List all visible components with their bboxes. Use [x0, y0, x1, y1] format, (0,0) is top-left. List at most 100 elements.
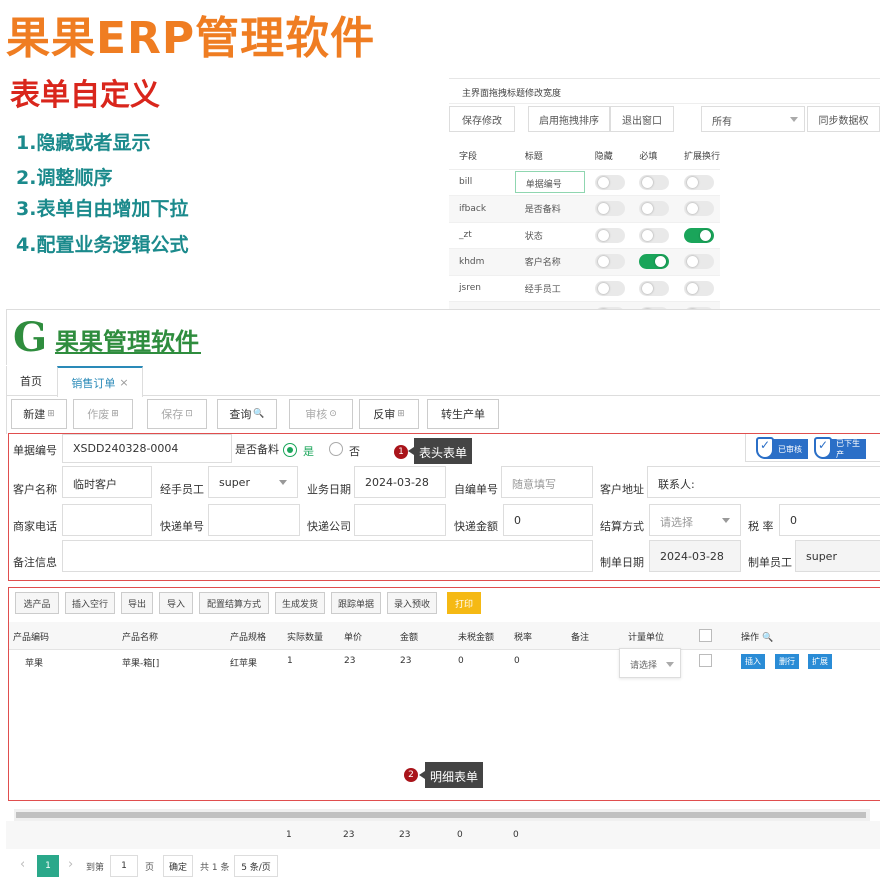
row-field: khdm: [449, 248, 515, 276]
cell-qty[interactable]: 1: [287, 656, 293, 666]
title-input[interactable]: 单据编号: [514, 171, 585, 194]
col-tax: 税率: [514, 633, 533, 643]
express-no-field[interactable]: [208, 504, 300, 536]
wrap-toggle[interactable]: [683, 227, 714, 243]
sum-qty: 1: [286, 830, 292, 840]
track-button[interactable]: 跟踪单据: [331, 592, 381, 614]
cell-spec[interactable]: 红苹果: [230, 656, 257, 669]
cell-amount[interactable]: 23: [400, 656, 411, 666]
search-icon: 🔍: [762, 633, 774, 643]
exit-window-button[interactable]: 退出窗口: [610, 106, 674, 132]
settle-label: 结算方式: [600, 520, 644, 533]
void-button[interactable]: 作废 ⊞: [73, 399, 133, 429]
required-toggle[interactable]: [639, 201, 670, 217]
goto-confirm-button[interactable]: 确定: [163, 855, 193, 877]
hidden-toggle[interactable]: [594, 227, 625, 243]
close-icon[interactable]: ×: [119, 376, 128, 389]
cell-untaxed[interactable]: 0: [458, 656, 464, 666]
query-button[interactable]: 查询 🔍: [217, 399, 277, 429]
self-no-field[interactable]: 随意填写: [501, 466, 593, 498]
callout-number: 2: [404, 768, 418, 782]
cell-code[interactable]: 苹果: [25, 656, 43, 669]
save-config-button[interactable]: 保存修改: [449, 106, 515, 132]
row-checkbox[interactable]: [699, 654, 712, 667]
config-row: _zt 状态: [449, 222, 720, 249]
row-expand-button[interactable]: 扩展: [808, 654, 832, 669]
settle-select[interactable]: 请选择: [649, 504, 741, 536]
callout-number: 1: [394, 445, 408, 459]
bill-no-field[interactable]: XSDD240328-0004: [62, 434, 232, 463]
tab-home[interactable]: 首页: [7, 366, 55, 396]
backup-label: 是否备料: [235, 443, 279, 456]
audit-button[interactable]: 审核 ⊙: [289, 399, 353, 429]
import-button[interactable]: 导入: [159, 592, 193, 614]
next-page-icon[interactable]: ›: [68, 857, 73, 872]
express-amt-field[interactable]: 0: [503, 504, 593, 536]
page-1-button[interactable]: 1: [37, 855, 59, 877]
goto-input[interactable]: 1: [110, 855, 138, 877]
cell-tax[interactable]: 0: [514, 656, 520, 666]
prepay-button[interactable]: 录入预收: [387, 592, 437, 614]
staff-select[interactable]: super: [208, 466, 298, 498]
tab-bar: 首页 销售订单 ×: [6, 366, 880, 397]
wrap-toggle[interactable]: [683, 174, 714, 190]
row-delete-button[interactable]: 删行: [775, 654, 799, 669]
hidden-toggle[interactable]: [594, 201, 625, 217]
unaudit-button[interactable]: 反审 ⊞: [359, 399, 419, 429]
tax-label: 税 率: [748, 520, 774, 533]
hidden-toggle[interactable]: [594, 254, 625, 270]
print-button[interactable]: 打印: [447, 592, 481, 614]
chevron-down-icon: [722, 518, 730, 523]
scope-select[interactable]: 所有: [701, 106, 805, 132]
maker-field: super: [795, 540, 880, 572]
col-code: 产品编码: [13, 633, 50, 643]
horizontal-scrollbar[interactable]: [14, 809, 870, 821]
phone-field[interactable]: [62, 504, 152, 536]
required-toggle[interactable]: [639, 174, 670, 190]
select-all-checkbox[interactable]: [699, 629, 712, 642]
customer-field[interactable]: 临时客户: [62, 466, 152, 498]
express-amt-label: 快递金额: [454, 520, 498, 533]
cell-name[interactable]: 苹果-箱[]: [122, 656, 159, 669]
unit-select[interactable]: 请选择: [619, 648, 681, 678]
tab-sales-order[interactable]: 销售订单 ×: [57, 366, 143, 397]
to-production-button[interactable]: 转生产单: [427, 399, 499, 429]
row-field: ifback: [449, 195, 515, 223]
backup-yes-radio[interactable]: [283, 443, 297, 457]
tax-field[interactable]: 0: [779, 504, 880, 536]
sync-permission-button[interactable]: 同步数据权: [807, 106, 880, 132]
select-product-button[interactable]: 选产品: [15, 592, 59, 614]
hidden-toggle[interactable]: [594, 280, 625, 296]
save-button[interactable]: 保存 ⊡: [147, 399, 207, 429]
wrap-toggle[interactable]: [683, 280, 714, 296]
callout-detail-form: 明细表单: [418, 762, 484, 788]
scrollbar-thumb[interactable]: [16, 812, 866, 818]
make-date-label: 制单日期: [600, 556, 644, 569]
hidden-toggle[interactable]: [594, 174, 625, 190]
per-page-select[interactable]: 5 条/页: [234, 855, 278, 877]
backup-no-radio[interactable]: [329, 442, 343, 456]
promo-subtitle: 表单自定义: [10, 78, 160, 113]
feature-item: 2.调整顺序: [16, 167, 113, 189]
new-button[interactable]: 新建 ⊞: [11, 399, 67, 429]
enable-drag-sort-button[interactable]: 启用拖拽排序: [528, 106, 610, 132]
row-insert-button[interactable]: 插入: [741, 654, 765, 669]
business-date-field[interactable]: 2024-03-28: [354, 466, 446, 498]
wrap-toggle[interactable]: [683, 254, 714, 270]
total-count: 共 1 条: [200, 863, 230, 873]
sum-amount: 23: [399, 830, 411, 840]
prev-page-icon[interactable]: ‹: [20, 857, 25, 872]
remark-field[interactable]: [62, 540, 593, 572]
required-toggle[interactable]: [639, 227, 670, 243]
col-required: 必填: [629, 142, 674, 170]
cell-price[interactable]: 23: [344, 656, 355, 666]
insert-row-button[interactable]: 插入空行: [65, 592, 115, 614]
address-field[interactable]: 联系人:: [647, 466, 880, 498]
express-co-field[interactable]: [354, 504, 446, 536]
required-toggle[interactable]: [639, 280, 670, 296]
ship-button[interactable]: 生成发货: [275, 592, 325, 614]
settle-config-button[interactable]: 配置结算方式: [199, 592, 269, 614]
export-button[interactable]: 导出: [121, 592, 153, 614]
required-toggle[interactable]: [639, 254, 670, 270]
wrap-toggle[interactable]: [683, 201, 714, 217]
